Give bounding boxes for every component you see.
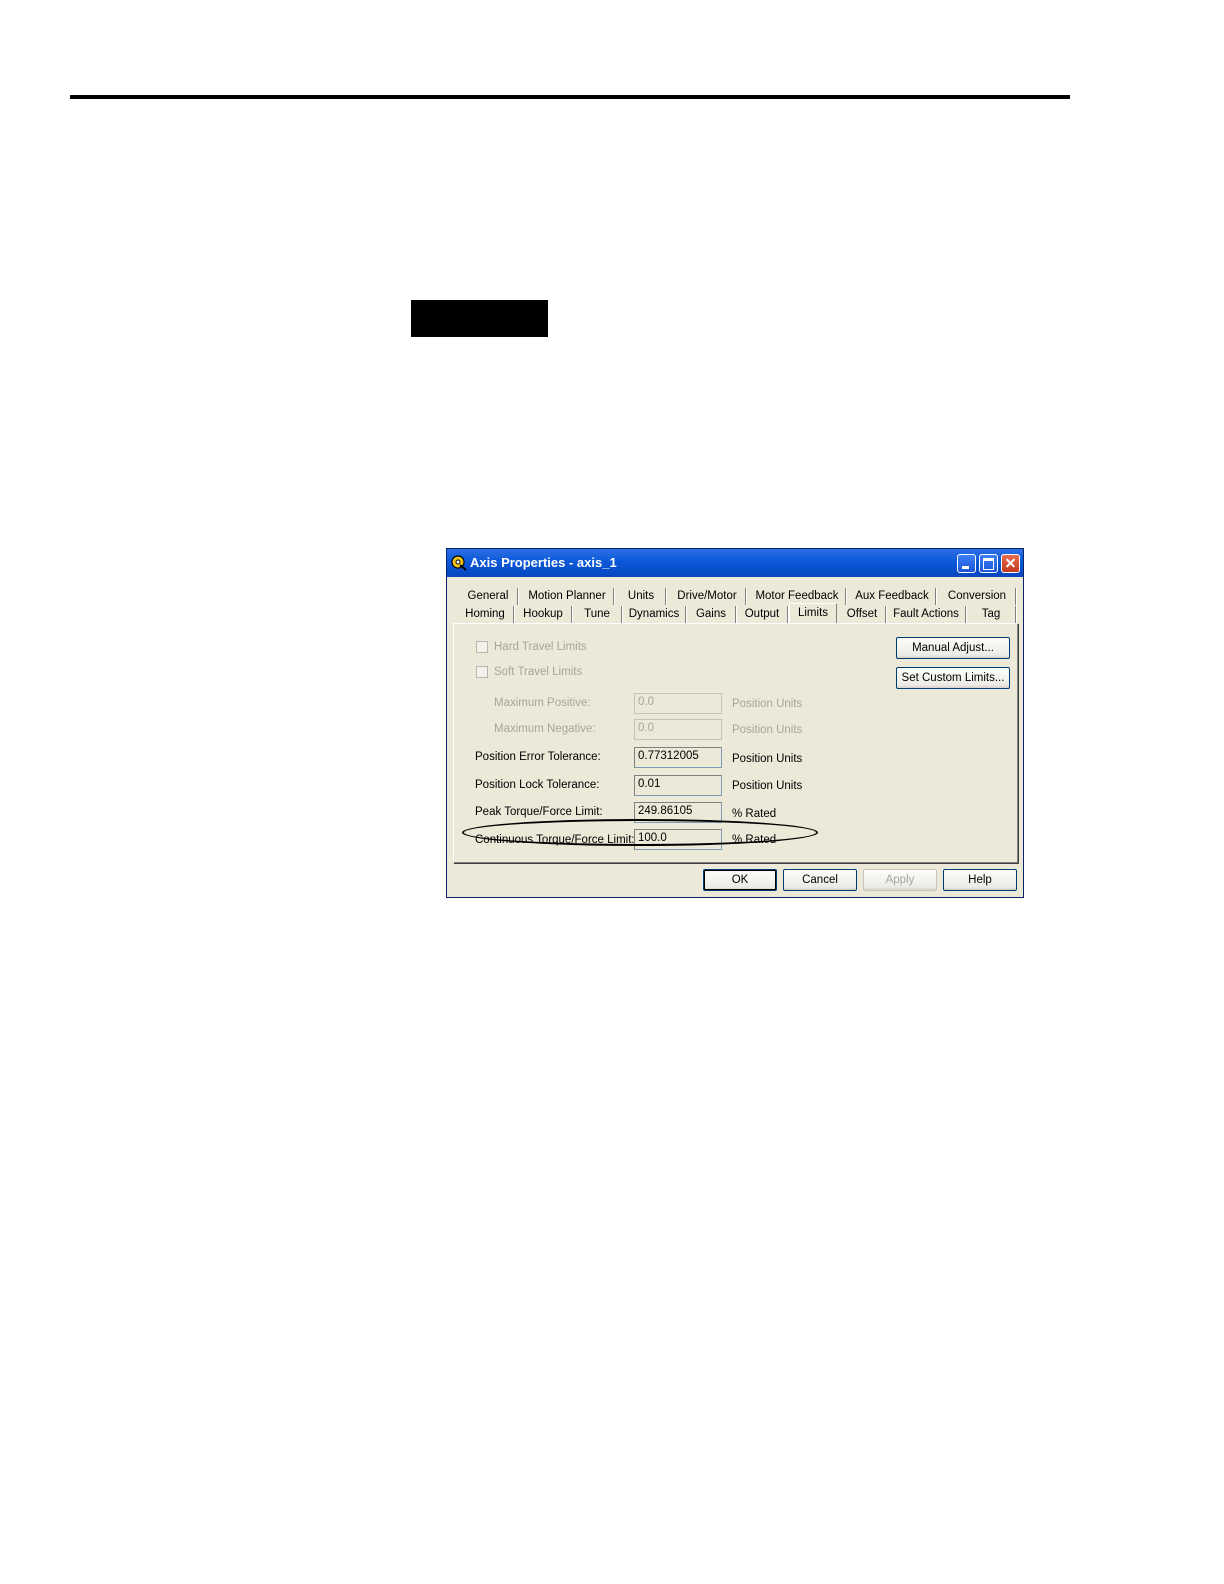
highlight-ellipse <box>462 819 818 846</box>
help-button[interactable]: Help <box>943 869 1017 891</box>
tab-units[interactable]: Units <box>617 588 666 605</box>
tab-dynamics[interactable]: Dynamics <box>623 606 686 623</box>
tab-gains[interactable]: Gains <box>687 606 736 623</box>
maximum-negative-input[interactable]: 0.0 <box>634 719 722 740</box>
apply-button[interactable]: Apply <box>863 869 937 891</box>
axis-properties-dialog: Axis Properties - axis_1 General Motion … <box>446 548 1024 898</box>
tab-hookup[interactable]: Hookup <box>515 606 572 623</box>
soft-travel-limits-label: Soft Travel Limits <box>494 666 583 679</box>
peak-torque-force-limit-unit: % Rated <box>732 808 777 820</box>
cancel-button[interactable]: Cancel <box>783 869 857 891</box>
ok-button[interactable]: OK <box>703 869 777 891</box>
tab-drive-motor[interactable]: Drive/Motor <box>669 588 746 605</box>
maximum-negative-unit: Position Units <box>732 724 803 736</box>
peak-torque-force-limit-label: Peak Torque/Force Limit: <box>475 806 603 818</box>
position-error-tolerance-unit: Position Units <box>732 753 803 765</box>
tab-tune[interactable]: Tune <box>573 606 622 623</box>
tab-conversion[interactable]: Conversion <box>939 588 1016 605</box>
soft-travel-limits-checkbox[interactable]: Soft Travel Limits <box>476 666 582 678</box>
manual-adjust-button[interactable]: Manual Adjust... <box>896 637 1010 659</box>
tab-motion-planner[interactable]: Motion Planner <box>521 588 614 605</box>
tab-output[interactable]: Output <box>737 606 788 623</box>
position-lock-tolerance-input[interactable]: 0.01 <box>634 775 722 796</box>
tab-offset[interactable]: Offset <box>839 606 886 623</box>
title-bar[interactable]: Axis Properties - axis_1 <box>447 549 1023 577</box>
hard-travel-limits-label: Hard Travel Limits <box>494 641 587 654</box>
position-error-tolerance-label: Position Error Tolerance: <box>475 751 601 763</box>
tab-tag[interactable]: Tag <box>967 606 1016 623</box>
maximum-positive-unit: Position Units <box>732 698 803 710</box>
hard-travel-limits-checkbox[interactable]: Hard Travel Limits <box>476 641 587 653</box>
tab-homing[interactable]: Homing <box>457 606 514 623</box>
position-lock-tolerance-unit: Position Units <box>732 780 803 792</box>
limits-panel: Hard Travel Limits Soft Travel Limits Ma… <box>453 623 1018 863</box>
checkbox-icon <box>476 641 488 653</box>
set-custom-limits-button[interactable]: Set Custom Limits... <box>896 667 1010 689</box>
tab-general[interactable]: General <box>459 588 518 605</box>
maximize-button[interactable] <box>979 554 998 573</box>
maximum-positive-input[interactable]: 0.0 <box>634 693 722 714</box>
page-header-rule <box>70 95 1070 99</box>
axis-gear-icon <box>451 555 467 571</box>
tab-fault-actions[interactable]: Fault Actions <box>887 606 966 623</box>
note-label-box <box>411 300 548 337</box>
checkbox-icon <box>476 666 488 678</box>
maximum-positive-label: Maximum Positive: <box>494 697 591 709</box>
position-lock-tolerance-label: Position Lock Tolerance: <box>475 779 600 791</box>
close-button[interactable] <box>1001 554 1020 573</box>
window-title: Axis Properties - axis_1 <box>470 555 617 570</box>
tab-aux-feedback[interactable]: Aux Feedback <box>849 588 936 605</box>
tab-limits[interactable]: Limits <box>789 603 837 624</box>
maximum-negative-label: Maximum Negative: <box>494 723 596 735</box>
position-error-tolerance-input[interactable]: 0.77312005 <box>634 747 722 768</box>
minimize-button[interactable] <box>957 554 976 573</box>
